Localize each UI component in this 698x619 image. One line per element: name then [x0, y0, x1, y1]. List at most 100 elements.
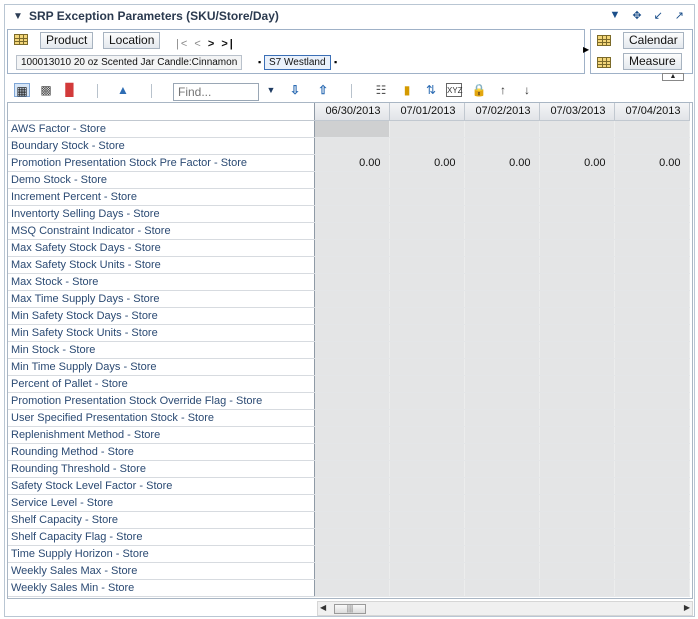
row-label[interactable]: Max Safety Stock Days - Store [8, 239, 315, 257]
scroll-right-icon[interactable]: ▶ [684, 603, 690, 612]
grid-cell[interactable] [614, 290, 690, 308]
grid-cell[interactable] [539, 324, 615, 342]
grid-cell[interactable] [314, 511, 390, 529]
grid-cell[interactable] [539, 528, 615, 546]
grid-cell[interactable] [314, 477, 390, 495]
grid-cell[interactable] [314, 137, 390, 155]
grid-cell[interactable] [614, 528, 690, 546]
grid-cell[interactable] [314, 460, 390, 478]
grid-cell[interactable] [464, 477, 540, 495]
grid-cell[interactable] [389, 375, 465, 393]
grid-cell[interactable] [314, 409, 390, 427]
grid-cell[interactable] [389, 409, 465, 427]
grid-cell[interactable] [389, 426, 465, 444]
grid-cell[interactable] [539, 443, 615, 461]
grid-cell[interactable] [539, 375, 615, 393]
grid-cell[interactable] [464, 494, 540, 512]
grid-cell[interactable] [389, 545, 465, 563]
grid-cell[interactable]: 0.00 [539, 154, 615, 172]
grid-cell[interactable] [539, 494, 615, 512]
grid-cell[interactable] [614, 358, 690, 376]
calendar-dimension-button[interactable]: Calendar [623, 32, 684, 49]
grid-cell[interactable] [389, 460, 465, 478]
grid-cell[interactable] [539, 222, 615, 240]
swap-axes-icon[interactable]: ⇅ [423, 83, 439, 97]
grid-cell[interactable] [389, 494, 465, 512]
grid-cell[interactable] [539, 477, 615, 495]
grid-cell[interactable] [314, 239, 390, 257]
grid-chart-icon[interactable]: ▩ [38, 83, 54, 97]
grid-cell[interactable] [464, 188, 540, 206]
grid-cell[interactable] [314, 341, 390, 359]
grid-cell[interactable]: 0.00 [464, 154, 540, 172]
row-label[interactable]: Rounding Method - Store [8, 443, 315, 461]
row-label[interactable]: Shelf Capacity - Store [8, 511, 315, 529]
row-label[interactable]: Min Time Supply Days - Store [8, 358, 315, 376]
grid-cell[interactable] [614, 392, 690, 410]
grid-cell[interactable] [614, 222, 690, 240]
grid-cell[interactable] [389, 137, 465, 155]
grid-cell[interactable] [389, 392, 465, 410]
grid-cell[interactable] [614, 562, 690, 580]
grid-cell[interactable] [464, 273, 540, 291]
row-label[interactable]: Demo Stock - Store [8, 171, 315, 189]
grid-cell[interactable] [614, 443, 690, 461]
grid-cell[interactable] [314, 392, 390, 410]
xyz-icon[interactable]: XYZ [446, 83, 463, 97]
grid-cell[interactable] [389, 443, 465, 461]
grid-cell[interactable] [464, 307, 540, 325]
column-header[interactable]: 06/30/2013 [314, 103, 390, 121]
grid-cell[interactable] [464, 460, 540, 478]
row-label[interactable]: Min Stock - Store [8, 341, 315, 359]
grid-cell[interactable] [314, 188, 390, 206]
column-header[interactable]: 07/02/2013 [464, 103, 540, 121]
collapse-chevron-icon[interactable]: ▼ [13, 11, 23, 22]
grid-cell[interactable] [464, 341, 540, 359]
grid-cell[interactable] [539, 239, 615, 257]
first-page-icon[interactable]: |< [176, 38, 189, 50]
grid-cell[interactable] [314, 171, 390, 189]
grid-cell[interactable] [464, 409, 540, 427]
grid-cell[interactable] [314, 222, 390, 240]
grid-cell[interactable] [539, 511, 615, 529]
row-label[interactable]: Max Safety Stock Units - Store [8, 256, 315, 274]
grid-cell[interactable] [389, 511, 465, 529]
grid-cell[interactable] [464, 256, 540, 274]
grid-cell[interactable] [389, 358, 465, 376]
format-icon[interactable]: ☷ [373, 83, 389, 97]
last-page-icon[interactable]: >| [221, 38, 235, 50]
row-label[interactable]: Inventorty Selling Days - Store [8, 205, 315, 223]
grid-cell[interactable] [539, 358, 615, 376]
location-member[interactable]: S7 Westland [264, 55, 331, 70]
grid-cell[interactable] [389, 239, 465, 257]
move-icon[interactable]: ✥ [632, 9, 641, 22]
row-label[interactable]: Time Supply Horizon - Store [8, 545, 315, 563]
find-input[interactable] [173, 83, 259, 101]
row-label[interactable]: Increment Percent - Store [8, 188, 315, 206]
measure-dimension-button[interactable]: Measure [623, 53, 682, 70]
row-label[interactable]: Min Safety Stock Days - Store [8, 307, 315, 325]
grid-cell[interactable] [389, 120, 465, 138]
grid-cell[interactable] [464, 324, 540, 342]
grid-cell[interactable] [539, 579, 615, 597]
grid-cell[interactable] [614, 205, 690, 223]
product-member[interactable]: 100013010 20 oz Scented Jar Candle:Cinna… [16, 55, 243, 70]
grid-cell[interactable] [389, 324, 465, 342]
grid-cell[interactable] [614, 579, 690, 597]
scroll-left-icon[interactable]: ◀ [320, 603, 326, 612]
grid-cell[interactable] [464, 290, 540, 308]
grid-cell[interactable] [314, 256, 390, 274]
grid-cell[interactable] [464, 579, 540, 597]
row-label[interactable]: Max Stock - Store [8, 273, 315, 291]
row-label[interactable]: Weekly Sales Max - Store [8, 562, 315, 580]
grid-cell[interactable] [464, 528, 540, 546]
grid-cell[interactable] [314, 358, 390, 376]
dropdown-icon[interactable]: ▼ [609, 9, 620, 22]
column-header[interactable]: 07/01/2013 [389, 103, 465, 121]
row-label[interactable]: Safety Stock Level Factor - Store [8, 477, 315, 495]
grid-cell[interactable] [464, 222, 540, 240]
grid-cell[interactable] [464, 562, 540, 580]
column-header[interactable]: 07/04/2013 [614, 103, 690, 121]
grid-cell[interactable] [314, 494, 390, 512]
sort-ascending-icon[interactable]: ↑ [495, 83, 511, 97]
